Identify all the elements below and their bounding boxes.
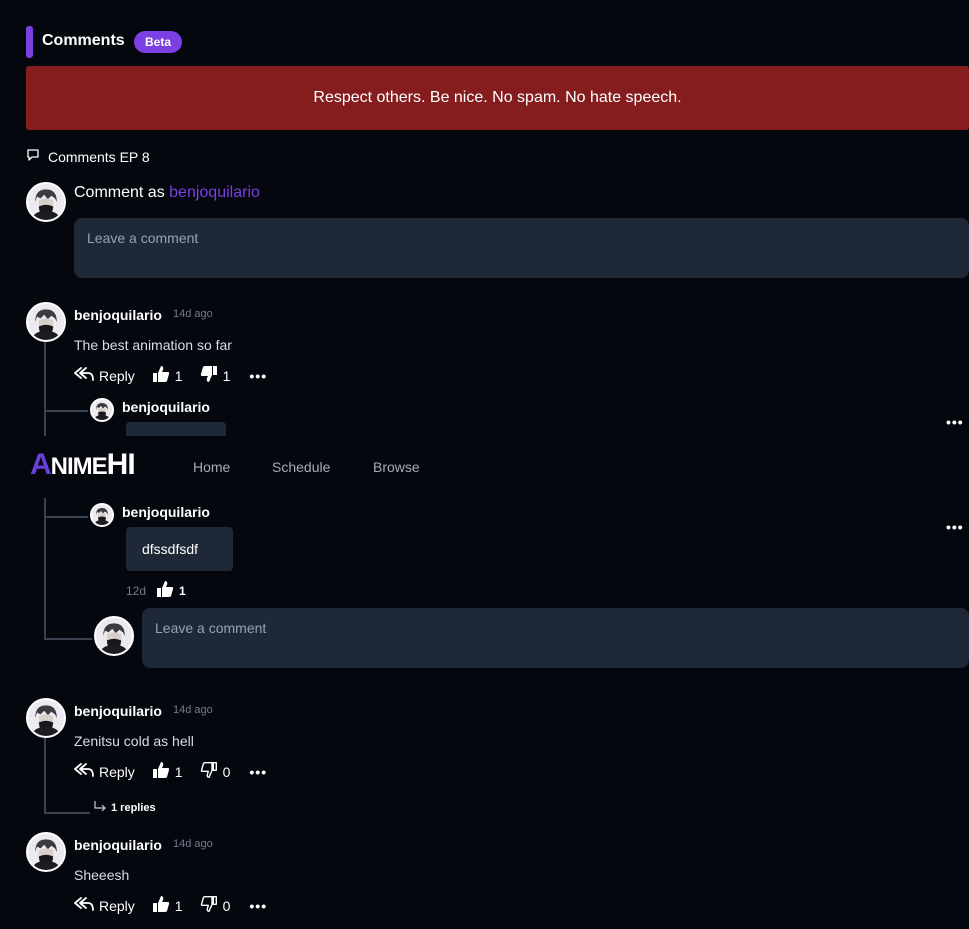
comment-avatar[interactable] xyxy=(26,302,66,342)
like-count: 1 xyxy=(174,897,183,914)
thread-branch xyxy=(44,516,88,518)
comment-text: Zenitsu cold as hell xyxy=(74,733,194,749)
reply-label: Reply xyxy=(99,367,135,384)
nav-browse[interactable]: Browse xyxy=(373,459,420,475)
thread-branch xyxy=(44,638,92,640)
reply-text: dfssdfsdf xyxy=(142,541,199,557)
thumbs-up-icon xyxy=(156,580,174,601)
comment-username[interactable]: benjoquilario xyxy=(74,703,162,719)
more-options-icon[interactable]: ••• xyxy=(946,414,964,430)
like-button[interactable]: 1 xyxy=(152,895,183,916)
comment-time: 14d ago xyxy=(173,838,213,850)
dislike-count: 0 xyxy=(222,763,231,780)
thumbs-up-icon xyxy=(152,895,170,916)
like-count: 1 xyxy=(174,367,183,384)
reply-icon xyxy=(74,366,94,385)
replies-count: 1 replies xyxy=(111,801,156,814)
comment-as-label: Comment as benjoquilario xyxy=(74,184,260,202)
reply-avatar[interactable] xyxy=(90,398,114,422)
reply-button[interactable]: Reply xyxy=(74,896,135,915)
navbar xyxy=(0,436,969,498)
reply-actions: 12d 1 xyxy=(126,580,186,601)
comment-text: The best animation so far xyxy=(74,337,232,353)
logo-hi: HI xyxy=(106,448,136,481)
dislike-count: 0 xyxy=(222,897,231,914)
thumbs-up-icon xyxy=(152,365,170,386)
like-button[interactable]: 1 xyxy=(152,761,183,782)
beta-badge: Beta xyxy=(134,31,183,53)
comment-avatar[interactable] xyxy=(26,698,66,738)
comment-time: 14d ago xyxy=(173,704,213,716)
comment-as-username[interactable]: benjoquilario xyxy=(169,184,260,201)
more-options-icon[interactable]: ••• xyxy=(946,519,964,535)
reply-username[interactable]: benjoquilario xyxy=(122,399,210,415)
comment-input[interactable]: Leave a comment xyxy=(74,218,969,278)
logo-nime: NIME xyxy=(50,453,108,480)
logo-letter-a: A xyxy=(30,448,52,481)
chat-bubble-icon xyxy=(26,148,40,165)
more-options-icon[interactable]: ••• xyxy=(249,898,267,914)
reply-time: 12d xyxy=(126,583,147,598)
reply-username[interactable]: benjoquilario xyxy=(122,504,210,520)
dislike-button[interactable]: 1 xyxy=(200,365,231,386)
nav-schedule[interactable]: Schedule xyxy=(272,459,330,475)
comment-username[interactable]: benjoquilario xyxy=(74,837,162,853)
dislike-count: 1 xyxy=(222,367,231,384)
thread-branch xyxy=(44,812,90,814)
like-button[interactable]: 1 xyxy=(152,365,183,386)
reply-button[interactable]: Reply xyxy=(74,762,135,781)
current-user-avatar xyxy=(26,182,66,222)
reply-button[interactable]: Reply xyxy=(74,366,135,385)
comment-as-prefix: Comment as xyxy=(74,184,165,201)
reply-avatar[interactable] xyxy=(90,503,114,527)
reply-label: Reply xyxy=(99,763,135,780)
thread-line xyxy=(44,498,46,640)
like-button[interactable]: 1 xyxy=(156,580,186,601)
thread-line xyxy=(44,738,46,814)
current-user-avatar xyxy=(94,616,134,656)
nav-home[interactable]: Home xyxy=(193,459,230,475)
reply-bubble: dfssdfsdf xyxy=(126,527,233,571)
comments-count-text: Comments EP 8 xyxy=(48,148,150,165)
comment-actions: Reply 1 1 ••• xyxy=(74,365,267,386)
reply-label: Reply xyxy=(99,897,135,914)
reply-icon xyxy=(74,762,94,781)
comments-count-label: Comments EP 8 xyxy=(26,148,150,165)
comment-actions: Reply 1 0 ••• xyxy=(74,895,267,916)
reply-input[interactable]: Leave a comment xyxy=(142,608,969,668)
reply-arrow-icon xyxy=(93,800,107,815)
comment-actions: Reply 1 0 ••• xyxy=(74,761,267,782)
thread-branch xyxy=(44,410,88,412)
show-replies-button[interactable]: 1 replies xyxy=(93,800,156,815)
comment-avatar[interactable] xyxy=(26,832,66,872)
section-accent-bar xyxy=(26,26,33,58)
comment-username[interactable]: benjoquilario xyxy=(74,307,162,323)
comment-text: Sheeesh xyxy=(74,867,130,883)
dislike-button[interactable]: 0 xyxy=(200,895,231,916)
site-logo[interactable]: ANIMEHI xyxy=(30,448,136,482)
like-count: 1 xyxy=(179,583,186,598)
comment-time: 14d ago xyxy=(173,308,213,320)
rules-notice-text: Respect others. Be nice. No spam. No hat… xyxy=(313,89,682,106)
rules-notice: Respect others. Be nice. No spam. No hat… xyxy=(26,66,969,130)
more-options-icon[interactable]: ••• xyxy=(249,764,267,780)
like-count: 1 xyxy=(174,763,183,780)
dislike-button[interactable]: 0 xyxy=(200,761,231,782)
more-options-icon[interactable]: ••• xyxy=(249,368,267,384)
reply-icon xyxy=(74,896,94,915)
thread-line xyxy=(44,342,46,438)
thumbs-down-outline-icon xyxy=(200,761,218,782)
thumbs-down-outline-icon xyxy=(200,895,218,916)
thumbs-down-icon xyxy=(200,365,218,386)
section-title: Comments xyxy=(42,32,125,49)
thumbs-up-icon xyxy=(152,761,170,782)
